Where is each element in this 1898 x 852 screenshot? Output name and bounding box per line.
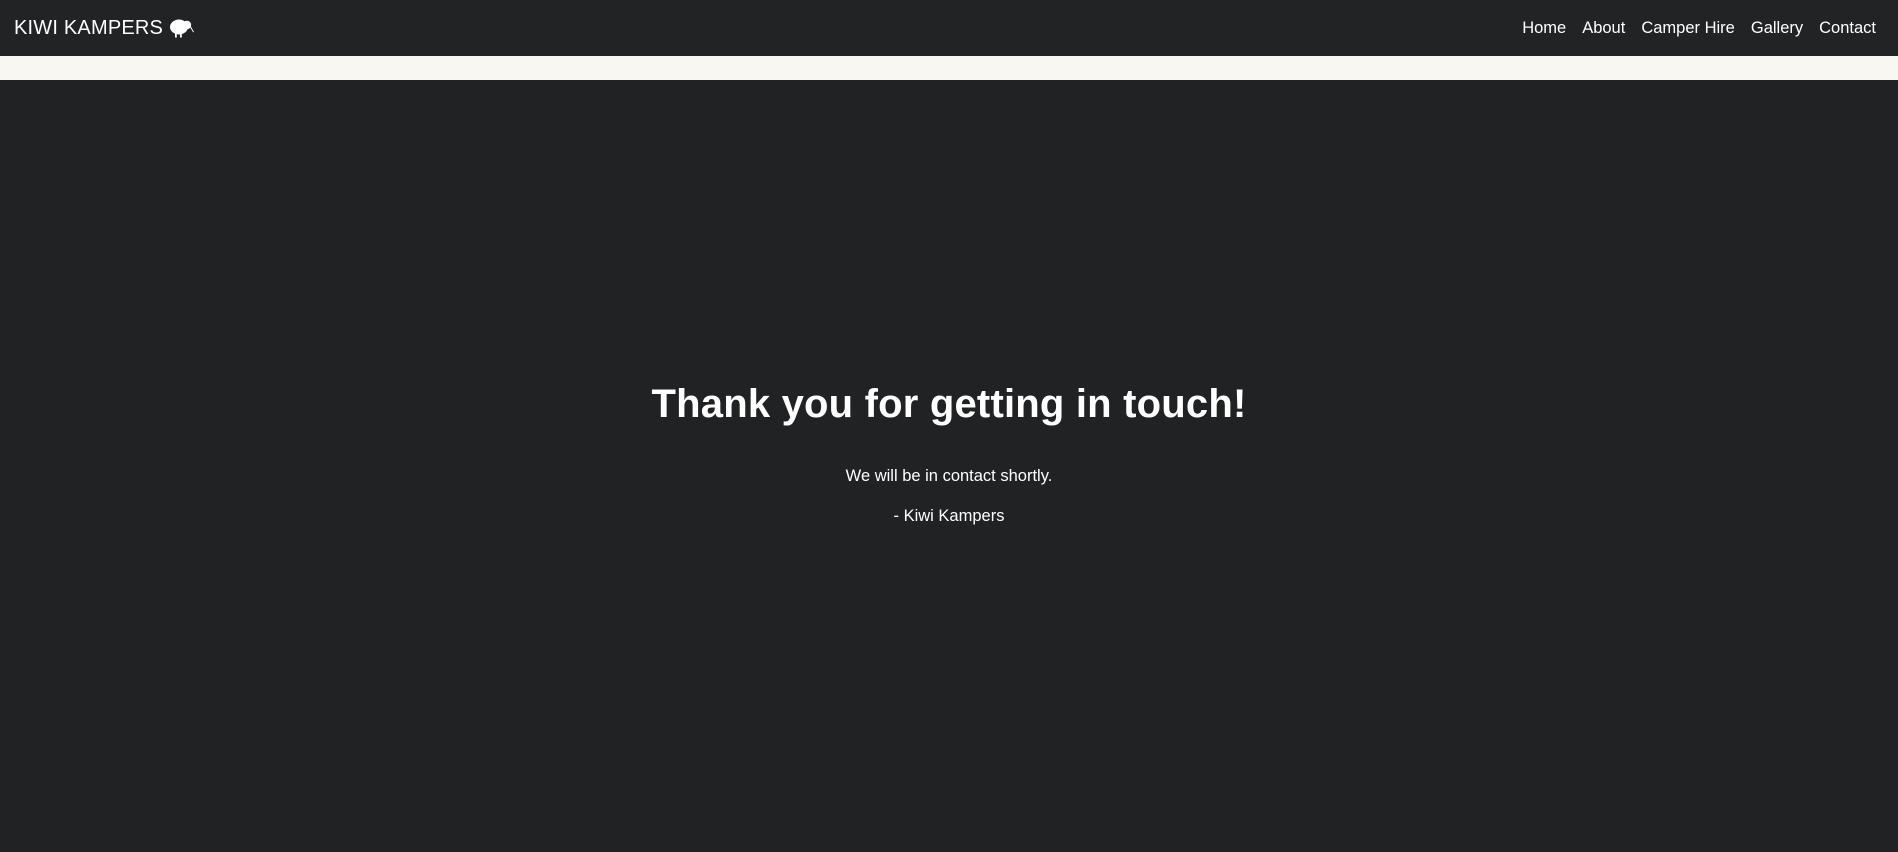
navbar: KIWI KAMPERS Home About Camper Hire Gall… — [0, 0, 1898, 56]
main-content: Thank you for getting in touch! We will … — [0, 80, 1898, 852]
kiwi-bird-icon — [168, 17, 195, 39]
nav-link-gallery[interactable]: Gallery — [1751, 19, 1803, 38]
confirmation-message: We will be in contact shortly. — [845, 467, 1053, 485]
nav-link-about[interactable]: About — [1582, 19, 1625, 38]
signature: - Kiwi Kampers — [893, 507, 1005, 525]
nav-link-contact[interactable]: Contact — [1819, 19, 1876, 38]
page-title: Thank you for getting in touch! — [651, 382, 1247, 426]
brand-link[interactable]: KIWI KAMPERS — [14, 16, 195, 40]
brand-text: KIWI KAMPERS — [14, 16, 164, 39]
header-stripe — [0, 56, 1898, 80]
nav-links: Home About Camper Hire Gallery Contact — [1506, 19, 1876, 38]
nav-link-camper-hire[interactable]: Camper Hire — [1641, 19, 1735, 38]
nav-link-home[interactable]: Home — [1522, 19, 1566, 38]
thank-you-section: Thank you for getting in touch! We will … — [0, 380, 1898, 526]
